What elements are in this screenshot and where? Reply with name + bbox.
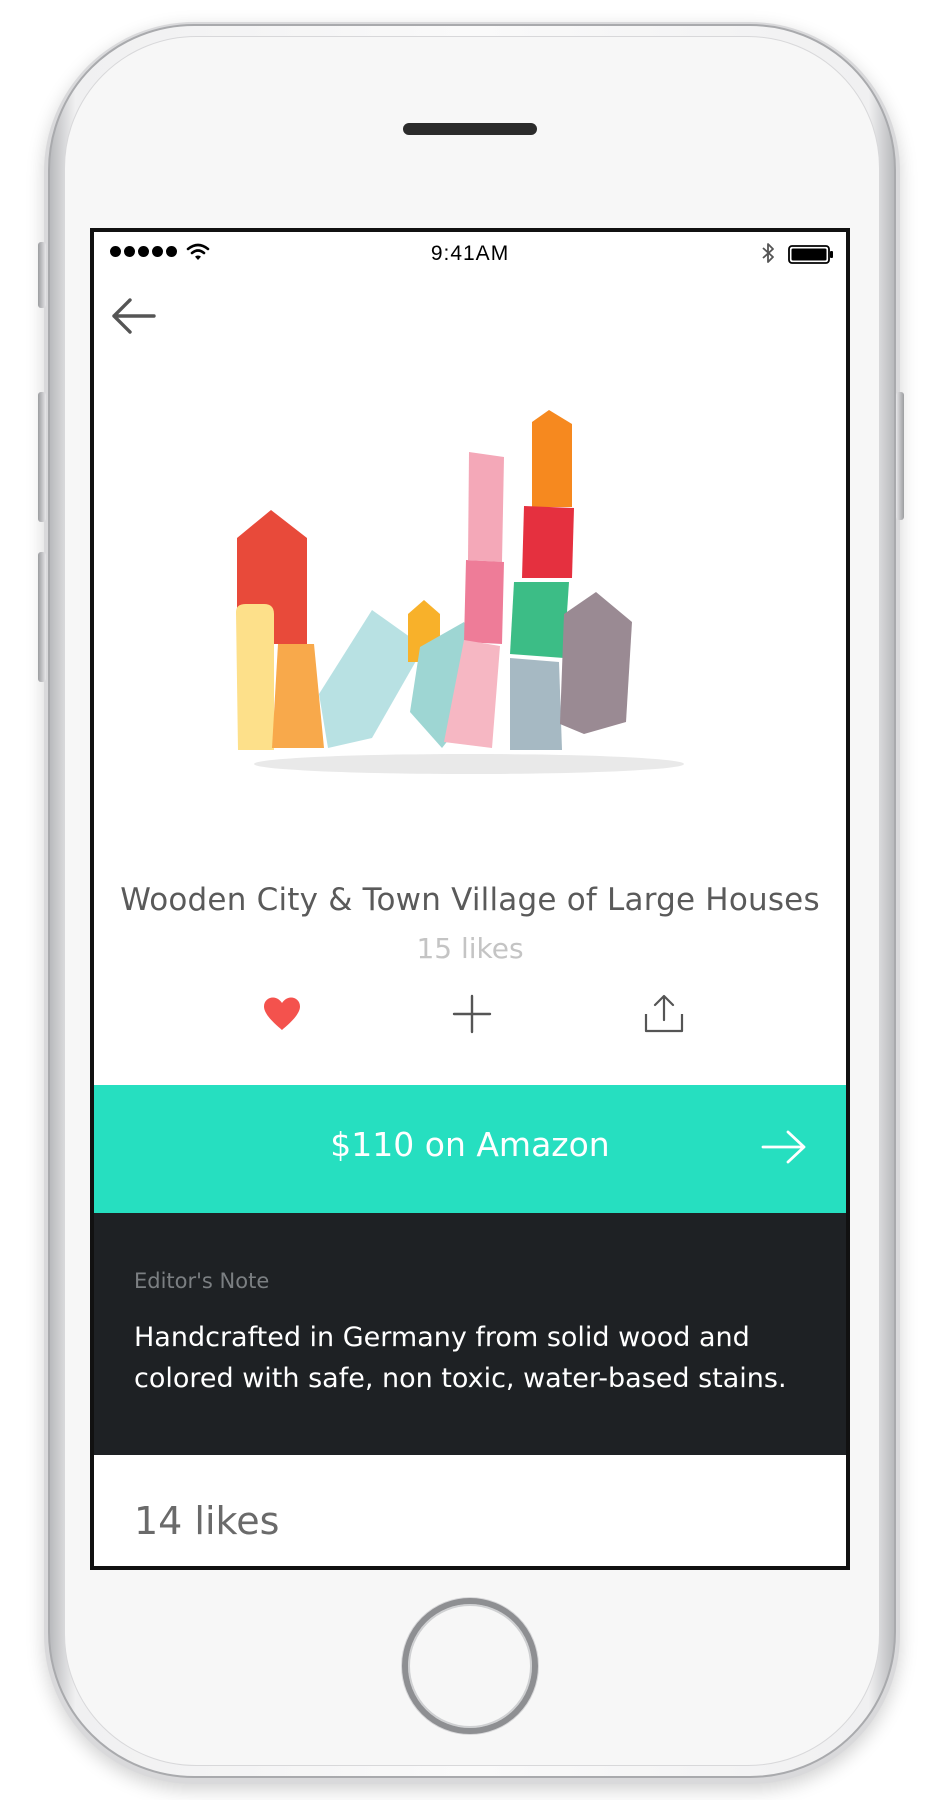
product-image xyxy=(236,410,684,774)
volume-up-button xyxy=(38,392,46,522)
action-row xyxy=(94,984,846,1044)
product-likes-count: 15 likes xyxy=(416,932,524,965)
product-title: Wooden City & Town Village of Large Hous… xyxy=(120,882,820,918)
arrow-right-icon xyxy=(761,1130,806,1164)
share-button[interactable] xyxy=(634,984,694,1044)
block-pink-mid xyxy=(464,560,504,644)
add-to-list-button[interactable] xyxy=(442,984,502,1044)
block-mauve-house xyxy=(560,592,632,734)
battery-icon xyxy=(788,245,833,264)
mute-switch xyxy=(38,242,46,308)
app-view: 9:41AM Wooden City & Town Village of Lar… xyxy=(94,232,846,1566)
plus-icon xyxy=(452,994,492,1034)
home-button[interactable] xyxy=(402,1598,538,1734)
share-icon xyxy=(644,994,684,1033)
phone-screen: 9:41AM Wooden City & Town Village of Lar… xyxy=(90,228,850,1570)
editor-note-section: Editor's Note Handcrafted in Germany fro… xyxy=(94,1213,846,1455)
block-grey-blue xyxy=(510,658,562,750)
buy-on-amazon-button[interactable]: $110 on Amazon xyxy=(94,1085,846,1213)
likes-section[interactable]: 14 likes xyxy=(94,1455,846,1566)
block-green xyxy=(510,582,569,658)
block-yellow xyxy=(236,604,274,750)
block-orange-house xyxy=(532,410,572,507)
back-button[interactable] xyxy=(108,294,162,338)
block-orange-trapezoid xyxy=(272,644,324,748)
block-pink-top xyxy=(468,452,504,562)
status-bar: 9:41AM xyxy=(94,232,846,272)
likes-section-count: 14 likes xyxy=(134,1499,280,1543)
earpiece-speaker xyxy=(403,123,537,135)
back-arrow-icon xyxy=(112,298,156,334)
bluetooth-icon xyxy=(762,243,774,263)
block-red xyxy=(522,506,574,578)
heart-icon xyxy=(264,997,300,1030)
editor-note-label: Editor's Note xyxy=(134,1269,270,1293)
power-button xyxy=(896,392,904,520)
editor-note-text: Handcrafted in Germany from solid wood a… xyxy=(134,1322,787,1394)
status-time: 9:41AM xyxy=(430,242,510,265)
like-button[interactable] xyxy=(252,984,312,1044)
buy-label: $110 on Amazon xyxy=(330,1125,610,1164)
volume-down-button xyxy=(38,552,46,682)
